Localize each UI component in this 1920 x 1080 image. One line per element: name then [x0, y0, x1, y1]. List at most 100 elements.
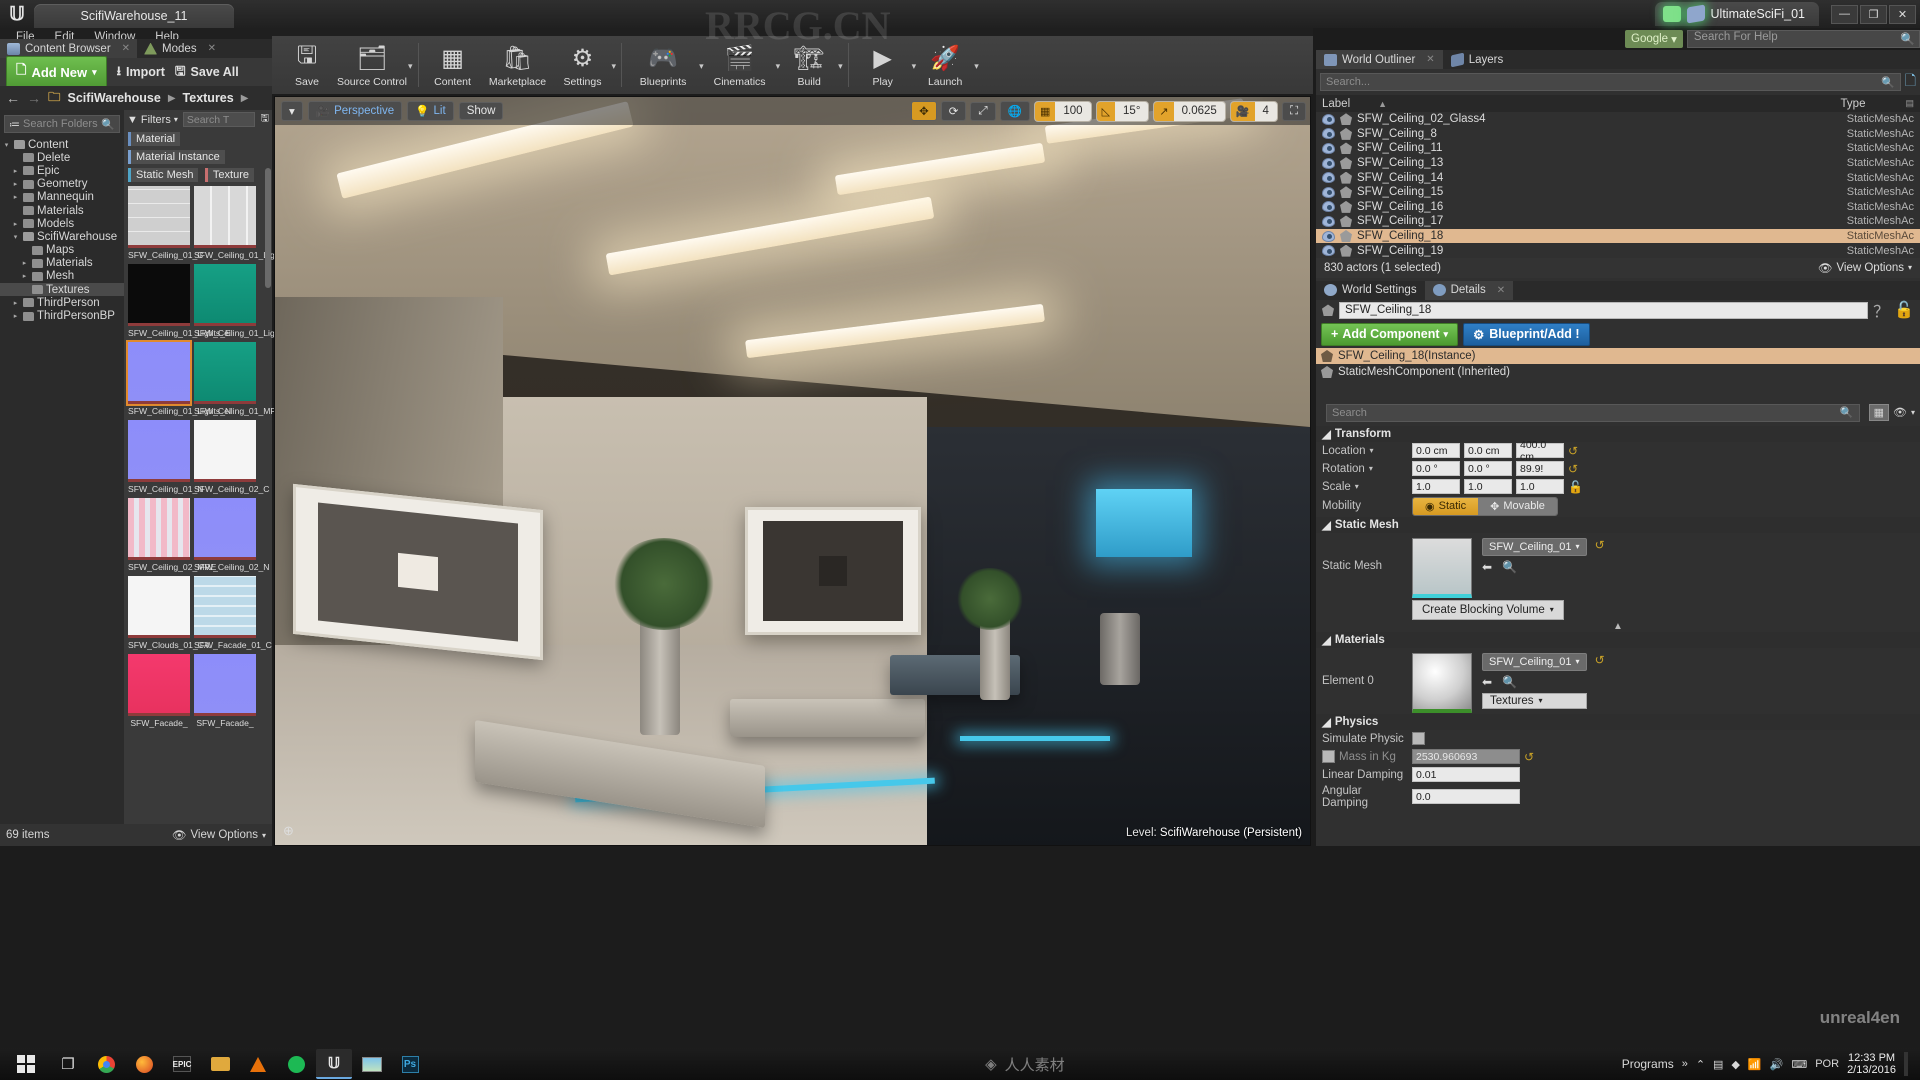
folder-tree-item[interactable]: Textures	[0, 283, 124, 297]
folder-tree-item[interactable]: ▸ Epic	[0, 164, 124, 177]
mobility-static-option[interactable]: ◉ Static	[1413, 497, 1479, 515]
reset-material-icon[interactable]: ↺	[1595, 653, 1605, 667]
folder-search[interactable]: ≔ Search Folders 🔍	[4, 115, 120, 133]
static-mesh-asset-dropdown[interactable]: SFW_Ceiling_01 ▾	[1482, 537, 1587, 556]
camera-speed-group[interactable]: 🎥 4	[1229, 100, 1278, 122]
breadcrumb-current[interactable]: Textures	[183, 91, 234, 105]
folder-tree-item[interactable]: ▸ Mannequin	[0, 191, 124, 204]
linear-damping-input[interactable]: 0.01	[1412, 767, 1520, 783]
close-icon[interactable]: ✕	[122, 43, 130, 54]
browse-to-material-icon[interactable]: 🔍	[1502, 675, 1517, 689]
expand-icon[interactable]: ▸	[11, 299, 20, 307]
folder-tree-item[interactable]: Materials	[0, 204, 124, 217]
folder-tree-item[interactable]: ▸ ThirdPersonBP	[0, 309, 124, 322]
asset-tile[interactable]: SFW_Ceiling_02_N	[194, 498, 269, 572]
toolbar-blueprints-button[interactable]: 🎮 Blueprints	[627, 42, 699, 89]
toolbar-marketplace-button[interactable]: 🛍 Marketplace	[482, 42, 554, 89]
layers-icon[interactable]	[1686, 4, 1705, 24]
scale-x-input[interactable]: 1.0	[1412, 479, 1460, 495]
folder-tree-item[interactable]: ▸ Models	[0, 217, 124, 230]
asset-search-input[interactable]: Search T	[182, 112, 256, 127]
maximize-viewport-icon[interactable]: ⛶	[1281, 101, 1306, 121]
add-folder-icon[interactable]: 🗋	[1905, 70, 1916, 94]
save-search-icon[interactable]: 🖫	[260, 111, 269, 128]
outliner-row[interactable]: SFW_Ceiling_16 StaticMeshAc	[1316, 200, 1920, 215]
breadcrumb-root[interactable]: ScifiWarehouse	[68, 91, 161, 105]
folder-tree-item[interactable]: ▸ Geometry	[0, 178, 124, 191]
search-provider-dropdown[interactable]: Google ▾	[1625, 30, 1683, 48]
transform-rotate-icon[interactable]: ⟳	[940, 101, 967, 121]
toolbar-save-button[interactable]: 🖫 Save	[278, 42, 336, 89]
outliner-row[interactable]: SFW_Ceiling_14 StaticMeshAc	[1316, 170, 1920, 185]
tray-overflow-icon[interactable]: »	[1682, 1058, 1688, 1070]
transform-scale-icon[interactable]: ⤢	[970, 101, 996, 121]
column-options-icon[interactable]: ▤	[1905, 98, 1914, 109]
outliner-row[interactable]: SFW_Ceiling_18 StaticMeshAc	[1316, 228, 1920, 244]
asset-tile[interactable]: SFW_Ceiling_01_N	[128, 420, 203, 494]
toolbar-source-control-button[interactable]: 🗂 Source Control	[336, 42, 408, 89]
vlc-icon[interactable]	[240, 1049, 276, 1079]
keyboard-icon[interactable]: ⌨	[1791, 1058, 1807, 1071]
lock-icon[interactable]: 🔓	[1894, 300, 1914, 320]
actor-name-input[interactable]: SFW_Ceiling_18	[1339, 301, 1869, 319]
tab-modes[interactable]: Modes ✕	[137, 39, 223, 58]
network-icon[interactable]: 📶	[1748, 1058, 1762, 1071]
collapse-icon[interactable]: ▾	[11, 233, 20, 241]
reset-location-icon[interactable]: ↺	[1568, 444, 1578, 458]
toolbar-cinematics-button[interactable]: 🎬 Cinematics	[704, 42, 776, 89]
asset-tile[interactable]: SFW_Facade_	[194, 654, 256, 728]
filters-button[interactable]: ▼ Filters ▾	[127, 114, 178, 126]
help-icon[interactable]: ？	[1873, 298, 1889, 322]
material-thumbnail[interactable]	[1412, 652, 1472, 713]
eye-icon[interactable]	[1322, 215, 1335, 227]
clock[interactable]: 12:33 PM 2/13/2016	[1847, 1052, 1896, 1076]
textures-button[interactable]: Textures ▾	[1482, 692, 1587, 709]
material-asset-dropdown[interactable]: SFW_Ceiling_01 ▾	[1482, 652, 1587, 671]
rotation-y-input[interactable]: 0.0 °	[1464, 461, 1512, 477]
mass-override-checkbox[interactable]	[1322, 750, 1335, 764]
reset-rotation-icon[interactable]: ↺	[1568, 462, 1578, 476]
expand-icon[interactable]: ▸	[11, 220, 20, 228]
component-row-staticmesh[interactable]: StaticMeshComponent (Inherited)	[1316, 364, 1920, 380]
folder-tree-item[interactable]: ▸ Materials	[0, 257, 124, 270]
mobility-toggle[interactable]: ◉ Static ✥ Movable	[1412, 496, 1558, 516]
epic-games-icon[interactable]: EPIC	[164, 1049, 200, 1079]
unreal-icon[interactable]: 𝕌	[316, 1049, 352, 1079]
toolbar-launch-button[interactable]: 🚀 Launch	[916, 42, 974, 89]
mobility-movable-option[interactable]: ✥ Movable	[1478, 497, 1557, 515]
expand-icon[interactable]: ▸	[20, 272, 29, 280]
eye-icon[interactable]	[1322, 230, 1335, 242]
scale-snap-value[interactable]: 0.0625	[1174, 102, 1225, 120]
use-selected-material-icon[interactable]: ⬅	[1482, 675, 1492, 689]
expand-icon[interactable]: ▸	[11, 180, 20, 188]
show-desktop-button[interactable]	[1904, 1052, 1908, 1076]
filter-tag-static-mesh[interactable]: Static Mesh	[128, 168, 199, 182]
eye-icon[interactable]: 👁	[1893, 406, 1907, 419]
collapse-handle[interactable]: ▲	[1316, 621, 1920, 632]
asset-tile[interactable]: SFW_Ceiling_02_C	[194, 420, 269, 494]
eye-icon[interactable]	[1322, 157, 1335, 169]
rotation-snap-group[interactable]: ◺ 15°	[1095, 100, 1150, 122]
scale-z-input[interactable]: 1.0	[1516, 479, 1564, 495]
reset-mass-icon[interactable]: ↺	[1524, 750, 1534, 764]
chevron-down-icon[interactable]: ▾	[974, 61, 979, 72]
expand-icon[interactable]: ▸	[11, 167, 20, 175]
import-button[interactable]: ⭳ Import	[117, 62, 165, 83]
help-search-input[interactable]: Search For Help	[1686, 30, 1920, 48]
project-tab[interactable]: UltimateSciFi_01	[1654, 2, 1819, 26]
expand-icon[interactable]: ▸	[11, 193, 20, 201]
forward-button[interactable]: →	[27, 90, 41, 106]
grid-snap-group[interactable]: ▦ 100	[1033, 100, 1092, 122]
create-blocking-volume-button[interactable]: Create Blocking Volume ▾	[1412, 599, 1564, 620]
rotation-z-input[interactable]: 89.9!	[1516, 461, 1564, 477]
grid-snap-value[interactable]: 100	[1055, 102, 1090, 120]
location-y-input[interactable]: 0.0 cm	[1464, 443, 1512, 459]
outliner-row[interactable]: SFW_Ceiling_13 StaticMeshAc	[1316, 156, 1920, 171]
chevron-down-icon[interactable]: ▾	[838, 61, 843, 72]
scale-lock-icon[interactable]: 🔓	[1568, 480, 1583, 494]
component-row-instance[interactable]: SFW_Ceiling_18(Instance)	[1316, 347, 1920, 364]
column-type[interactable]: Type	[1841, 98, 1866, 110]
camera-speed-icon[interactable]: 🎥	[1230, 101, 1255, 121]
close-icon[interactable]: ✕	[208, 43, 216, 54]
toolbar-play-button[interactable]: ▶ Play	[854, 42, 912, 89]
